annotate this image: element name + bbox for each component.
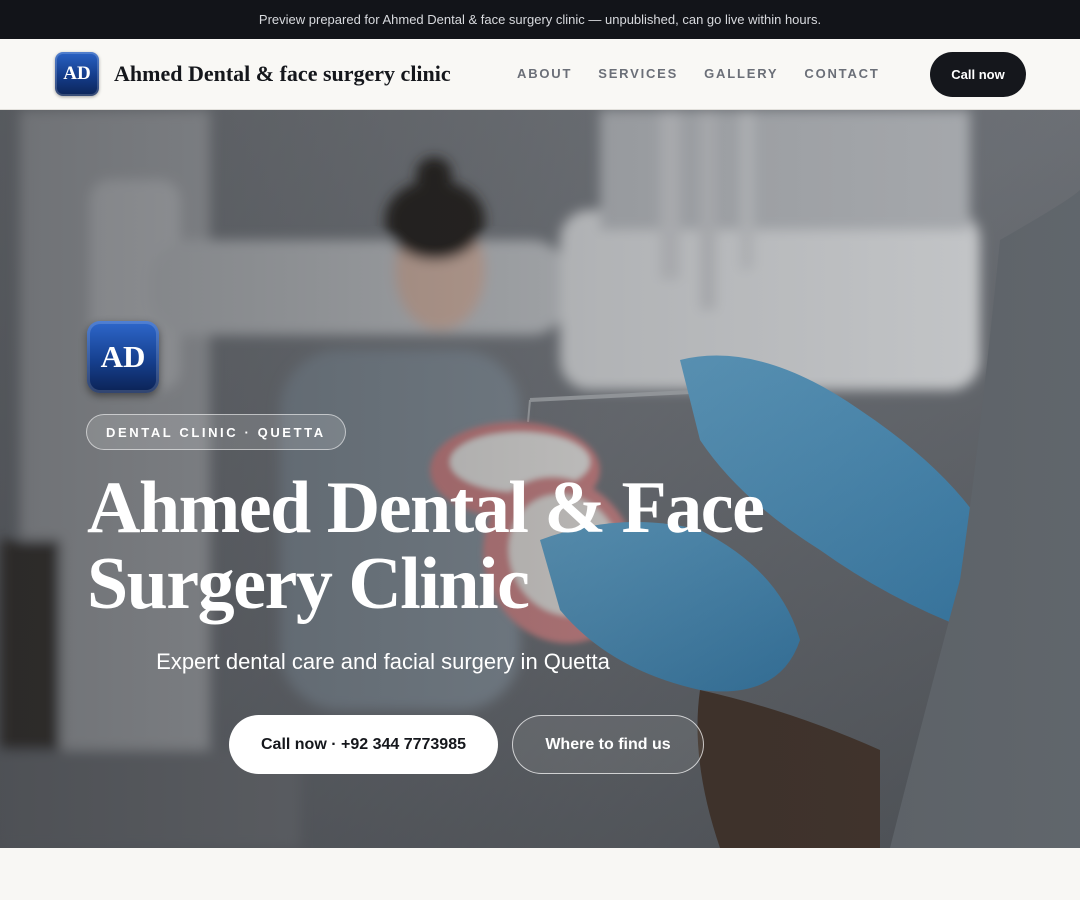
nav-gallery[interactable]: GALLERY: [704, 66, 778, 81]
main-nav: ABOUT SERVICES GALLERY CONTACT: [517, 66, 880, 81]
category-pill: DENTAL CLINIC · QUETTA: [86, 414, 346, 450]
nav-about[interactable]: ABOUT: [517, 66, 572, 81]
header-call-button[interactable]: Call now: [930, 52, 1026, 97]
clinic-logo[interactable]: AD: [55, 52, 99, 96]
call-now-button[interactable]: Call now · +92 344 7773985: [229, 715, 498, 774]
nav-contact[interactable]: CONTACT: [804, 66, 879, 81]
hero-title-line2: Surgery Clinic: [87, 543, 530, 625]
preview-banner: Preview prepared for Ahmed Dental & face…: [0, 0, 1080, 39]
hero-tagline: Expert dental care and facial surgery in…: [156, 649, 610, 674]
hero-title: Ahmed Dental & Face Surgery Clinic: [87, 470, 847, 622]
hero-logo: AD: [87, 321, 159, 393]
brand-name[interactable]: Ahmed Dental & face surgery clinic: [114, 61, 451, 87]
hero-title-line1: Ahmed Dental & Face: [87, 467, 765, 549]
site-header: AD Ahmed Dental & face surgery clinic AB…: [0, 39, 1080, 110]
where-to-find-us-button[interactable]: Where to find us: [512, 715, 704, 774]
nav-services[interactable]: SERVICES: [598, 66, 678, 81]
hero-section: AD DENTAL CLINIC · QUETTA Ahmed Dental &…: [0, 110, 1080, 848]
preview-banner-text: Preview prepared for Ahmed Dental & face…: [258, 12, 822, 27]
